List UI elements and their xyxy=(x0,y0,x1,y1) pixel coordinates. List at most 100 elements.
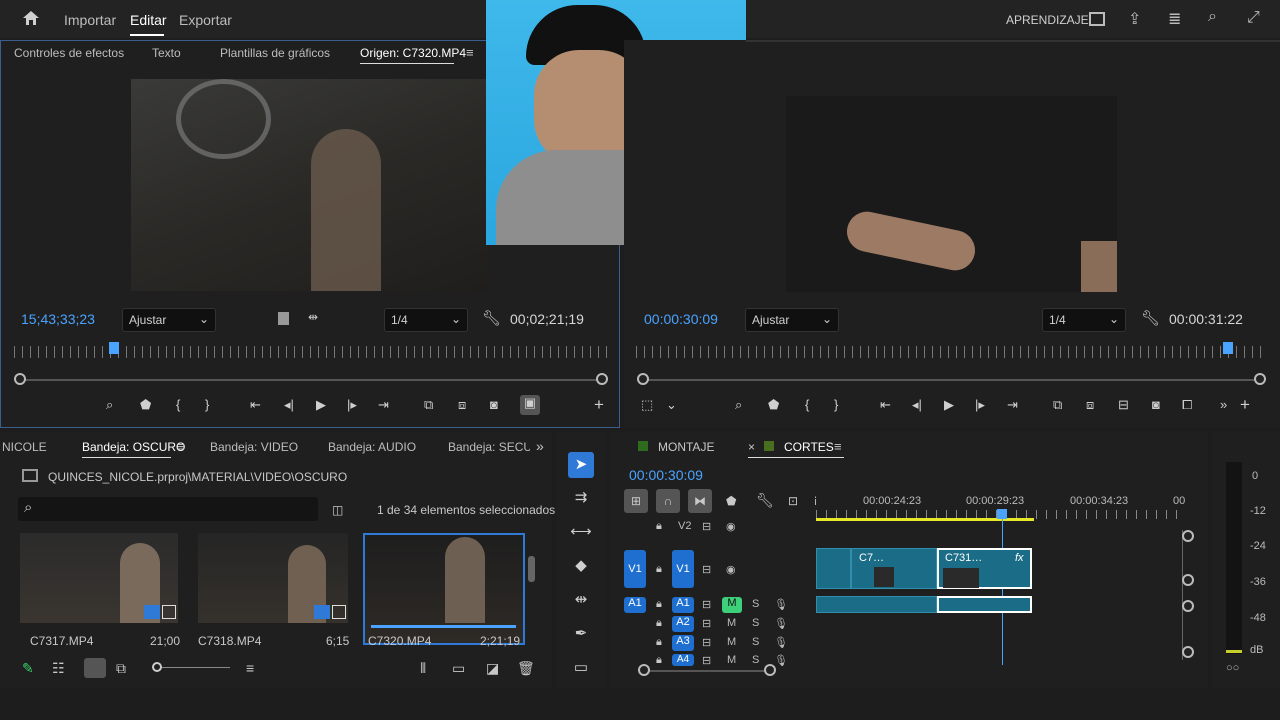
go-to-out-icon[interactable]: ⇥ xyxy=(1007,397,1018,413)
track-v1-label[interactable]: V1 xyxy=(672,550,694,588)
new-item-icon[interactable]: ◪ xyxy=(486,660,499,677)
pencil-icon[interactable]: ✎ xyxy=(22,660,34,677)
track-a4-label[interactable]: A4 xyxy=(672,654,694,666)
timeline-timecode[interactable]: 00:00:30:09 xyxy=(629,467,703,483)
compare-icon[interactable]: ⊟ xyxy=(1118,397,1129,413)
source-playhead-timecode[interactable]: 15;43;33;23 xyxy=(21,311,95,327)
selected-video-clip[interactable]: C731… fx xyxy=(937,548,1032,589)
wrench-icon[interactable]: 🔧︎ xyxy=(1141,309,1160,327)
go-to-in-icon[interactable]: ⇤ xyxy=(250,397,261,413)
expand-icon[interactable]: ⤢ xyxy=(1247,9,1260,27)
add-button-icon[interactable]: + xyxy=(1240,395,1250,415)
snap-icon[interactable]: ∩ xyxy=(656,489,680,513)
safe-margins-icon[interactable]: ⬚ xyxy=(641,397,653,413)
panel-icon[interactable] xyxy=(1089,12,1105,26)
solo-a4-button[interactable]: S xyxy=(752,654,759,666)
close-icon[interactable]: × xyxy=(748,440,755,454)
timeline-playhead-head[interactable] xyxy=(997,509,1007,519)
lock-icon[interactable]: 🔒︎ xyxy=(656,563,662,576)
zoom-handle-right[interactable] xyxy=(1254,373,1266,385)
share-icon[interactable]: ⇪ xyxy=(1128,9,1141,29)
captions-icon[interactable]: ⊡ xyxy=(788,494,798,508)
solo-meter-icon[interactable]: ○○ xyxy=(1226,662,1239,674)
source-patch-a1[interactable]: A1 xyxy=(624,597,646,613)
scroll-handle-right[interactable] xyxy=(764,664,776,676)
camera-icon[interactable]: ◙ xyxy=(1152,397,1160,412)
lock-icon[interactable]: 🔒︎ xyxy=(656,617,662,630)
play-icon[interactable]: ▶ xyxy=(316,397,326,413)
play-icon[interactable]: ▶ xyxy=(944,397,954,413)
lock-icon[interactable]: 🔒︎ xyxy=(656,654,662,667)
automate-sequence-icon[interactable]: ⦀ xyxy=(420,660,426,677)
source-patch-v1[interactable]: V1 xyxy=(624,550,646,588)
tab-montaje[interactable]: MONTAJE xyxy=(658,440,714,454)
lock-icon[interactable]: 🔒︎ xyxy=(656,598,662,611)
tab-bin-oscuro[interactable]: Bandeja: OSCURO xyxy=(82,440,185,454)
panel-menu-icon[interactable]: ≡ xyxy=(466,45,474,60)
wrench-icon[interactable]: 🔧︎ xyxy=(756,492,774,509)
lift-icon[interactable]: ⌕ xyxy=(735,397,742,413)
zoom-handle-left[interactable] xyxy=(637,373,649,385)
solo-a1-button[interactable]: S xyxy=(752,598,759,610)
microphone-icon[interactable]: 🎙︎ xyxy=(774,617,788,630)
extract-clip-icon[interactable]: ⧈ xyxy=(1086,397,1094,413)
film-icon[interactable]: ⊟ xyxy=(702,563,711,576)
search-icon[interactable]: ⌕ xyxy=(1208,8,1217,26)
source-playhead[interactable] xyxy=(109,342,119,354)
panel-menu-icon[interactable]: ≡ xyxy=(177,439,185,454)
lock-icon[interactable]: 🔒︎ xyxy=(656,636,662,649)
mute-a3-button[interactable]: M xyxy=(727,636,736,648)
video-clip[interactable]: C7… xyxy=(851,548,937,589)
mute-a4-button[interactable]: M xyxy=(727,654,736,666)
program-zoom-bar[interactable] xyxy=(643,379,1260,381)
mic-sync-icon[interactable]: ⊟ xyxy=(702,598,711,611)
timeline-vertical-scroll[interactable] xyxy=(1182,530,1190,660)
tab-bin-secuen[interactable]: Bandeja: SECUEN xyxy=(448,440,530,454)
add-button-icon[interactable]: + xyxy=(594,395,604,415)
insert-clip-icon[interactable]: ⧉ xyxy=(424,397,433,413)
thumbnail-scrub-bar[interactable] xyxy=(371,625,516,628)
go-to-in-icon[interactable]: ⇤ xyxy=(880,397,891,413)
project-scrollbar[interactable] xyxy=(528,556,535,582)
add-marker-icon[interactable]: ⬟ xyxy=(140,397,151,413)
step-forward-icon[interactable]: |▸ xyxy=(975,397,985,413)
search-input[interactable]: ⌕ xyxy=(18,497,318,521)
freeform-view-icon[interactable]: ⧉ xyxy=(116,660,126,677)
more-tabs-icon[interactable]: » xyxy=(536,438,544,454)
scroll-handle[interactable] xyxy=(1182,600,1194,612)
zoom-handle-right[interactable] xyxy=(596,373,608,385)
program-ruler[interactable] xyxy=(636,346,1266,358)
rectangle-tool-icon[interactable]: ▭ xyxy=(568,658,594,676)
marker-icon[interactable]: ⇹ xyxy=(308,310,318,324)
chevron-down-icon[interactable]: ⌄ xyxy=(666,397,677,413)
menu-edit[interactable]: Editar xyxy=(130,12,167,28)
camera-icon[interactable]: ◙ xyxy=(490,397,498,412)
scroll-handle-left[interactable] xyxy=(638,664,650,676)
icon-view-icon[interactable] xyxy=(84,658,106,678)
mic-sync-icon[interactable]: ⊟ xyxy=(702,654,711,667)
step-forward-icon[interactable]: |▸ xyxy=(347,397,357,413)
zoom-slider[interactable] xyxy=(160,667,230,668)
microphone-icon[interactable]: 🎙︎ xyxy=(774,598,788,611)
insert-icon[interactable]: ⌕ xyxy=(106,397,113,413)
scroll-handle[interactable] xyxy=(1182,646,1194,658)
more-icon[interactable]: » xyxy=(1220,397,1227,412)
razor-tool-icon[interactable]: ◆ xyxy=(568,556,594,574)
mark-in-icon[interactable]: { xyxy=(805,397,809,412)
audio-clip[interactable] xyxy=(816,596,937,613)
selection-tool-icon[interactable]: ➤ xyxy=(568,452,594,478)
pen-tool-icon[interactable]: ✒ xyxy=(568,624,594,642)
track-select-tool-icon[interactable]: ⇉ xyxy=(568,488,594,506)
lift-clip-icon[interactable]: ⧉ xyxy=(1053,397,1062,413)
video-clip[interactable] xyxy=(816,548,851,589)
thumbnail-c7320[interactable] xyxy=(363,533,525,645)
zoom-handle-left[interactable] xyxy=(14,373,26,385)
program-resolution-dropdown[interactable]: 1/4 ⌄ xyxy=(1042,308,1126,332)
ripple-edit-tool-icon[interactable]: ⟷ xyxy=(568,522,594,540)
eye-icon[interactable]: ◉ xyxy=(726,563,736,576)
solo-a2-button[interactable]: S xyxy=(752,617,759,629)
mark-out-icon[interactable]: } xyxy=(834,397,838,412)
source-resolution-dropdown[interactable]: 1/4 ⌄ xyxy=(384,308,468,332)
solo-a3-button[interactable]: S xyxy=(752,636,759,648)
tab-effect-controls[interactable]: Controles de efectos xyxy=(14,46,124,60)
